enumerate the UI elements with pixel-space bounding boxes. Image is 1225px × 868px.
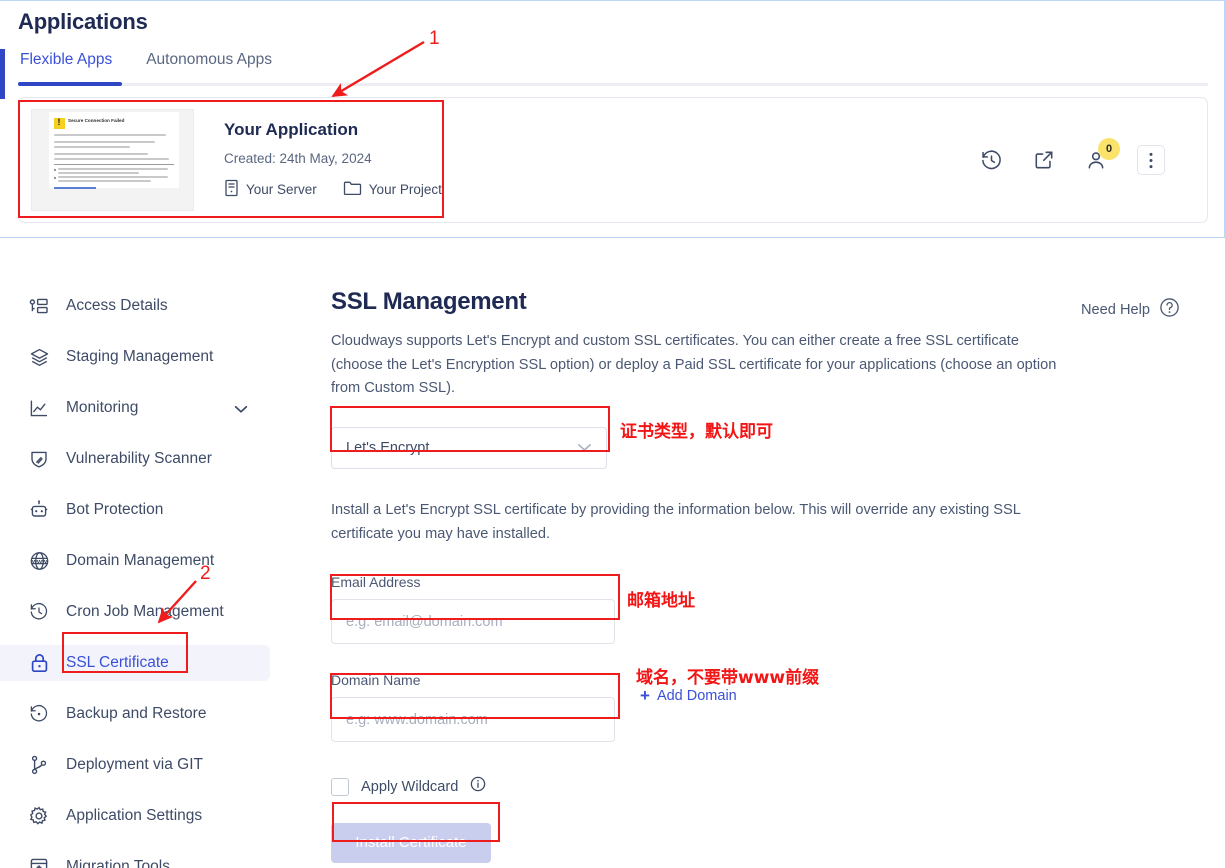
need-help-link[interactable]: Need Help [1081,297,1180,322]
ssl-management-page: Applications Flexible Apps Autonomous Ap… [0,0,1225,868]
key-list-icon [28,297,50,316]
certificate-type-select[interactable]: Let's Encrypt [331,426,607,469]
sidebar-item-monitoring[interactable]: Monitoring [0,390,270,426]
user-icon[interactable]: 0 [1085,138,1120,171]
question-circle-icon [1159,297,1180,322]
lock-icon [28,653,50,673]
sidebar-item-label: Staging Management [66,348,214,365]
certificate-type-value: Let's Encrypt [346,439,430,456]
shield-scan-icon [28,449,50,469]
sidebar-item-label: Migration Tools [66,858,170,868]
add-domain-label: Add Domain [656,687,737,704]
sidebar-item-label: Access Details [66,297,168,314]
install-certificate-button[interactable]: Install Certificate [331,823,491,864]
thumbnail-link [54,187,96,189]
apply-wildcard-checkbox[interactable] [331,777,349,796]
sidebar-item-access-details[interactable]: Access Details [0,288,270,324]
tab-active-underline [18,82,122,86]
sidebar-item-cron-job-management[interactable]: Cron Job Management [0,594,270,630]
application-server[interactable]: Your Server [224,179,317,200]
server-label: Your Server [246,182,317,197]
annotation-number-2: 2 [200,563,211,584]
migration-upload-icon [28,857,50,868]
sidebar-item-ssl-certificate[interactable]: SSL Certificate [0,645,270,681]
applications-panel: Applications Flexible Apps Autonomous Ap… [0,0,1225,238]
tab-autonomous-apps[interactable]: Autonomous Apps [144,51,274,80]
svg-text:www: www [31,559,47,566]
application-actions: 0 [980,138,1165,175]
sidebar-item-label: SSL Certificate [66,654,169,671]
add-domain-link[interactable]: + Add Domain [640,687,737,704]
page-title: Applications [18,9,148,34]
annotation-number-1: 1 [429,28,440,49]
folder-icon [343,180,362,199]
sidebar-item-label: Bot Protection [66,501,164,518]
sidebar-item-backup-and-restore[interactable]: Backup and Restore [0,696,270,732]
clock-rotate-icon [28,602,50,622]
layers-icon [28,347,50,367]
sidebar-item-label: Domain Management [66,552,215,569]
plus-icon: + [640,686,650,705]
sidebar-item-migration-tools[interactable]: Migration Tools [0,849,270,868]
restore-icon [28,704,50,724]
apply-wildcard-label: Apply Wildcard [361,778,459,795]
annotation-note-cert-type: 证书类型，默认即可 [620,422,773,442]
sidebar-nav: Access Details Staging Management Monito… [0,288,270,868]
robot-icon [28,500,50,520]
sidebar-item-label: Cron Job Management [66,603,224,620]
sidebar-item-staging-management[interactable]: Staging Management [0,339,270,375]
install-instructions: Install a Let's Encrypt SSL certificate … [331,501,1021,542]
tab-flexible-apps[interactable]: Flexible Apps [18,51,114,80]
chevron-down-icon [577,440,592,456]
section-description: Cloudways supports Let's Encrypt and cus… [331,333,1057,397]
sidebar-item-bot-protection[interactable]: Bot Protection [0,492,270,528]
www-globe-icon: www [28,551,50,571]
application-thumbnail: Secure Connection Failed [31,109,194,211]
section-title: SSL Management [331,288,527,315]
sidebar-item-vulnerability-scanner[interactable]: Vulnerability Scanner [0,441,270,477]
annotation-note-domain: 域名，不要带www前缀 [636,668,820,688]
chevron-down-icon[interactable] [234,401,248,419]
info-circle-icon[interactable] [470,776,486,797]
application-info: Your Application Created: 24th May, 2024 [224,120,980,200]
main-content: SSL Management Cloudways supports Let's … [331,288,1091,864]
gear-icon [28,806,50,826]
tab-underline-track [18,83,1208,86]
certificate-type-select-wrap: Let's Encrypt [331,426,607,469]
application-project[interactable]: Your Project [343,180,442,199]
server-icon [224,179,239,200]
project-label: Your Project [368,182,442,197]
annotation-note-email: 邮箱地址 [627,591,695,611]
app-type-tabs: Flexible Apps Autonomous Apps [18,51,274,80]
application-card[interactable]: Secure Connection Failed [18,97,1208,223]
thumbnail-heading: Secure Connection Failed [68,118,125,123]
sidebar-item-label: Application Settings [66,807,203,824]
sidebar-item-deployment-via-git[interactable]: Deployment via GIT [0,747,270,783]
apply-wildcard-row: Apply Wildcard [331,776,1091,797]
email-field-label: Email Address [331,574,421,591]
sidebar-item-label: Vulnerability Scanner [66,450,212,467]
chart-line-icon [28,399,50,418]
user-count-badge: 0 [1098,138,1120,160]
need-help-label: Need Help [1081,301,1150,318]
email-input[interactable] [331,599,615,645]
left-accent-strip [0,49,5,99]
sidebar-item-domain-management[interactable]: www Domain Management [0,543,270,579]
history-icon[interactable] [980,149,1003,172]
sidebar-item-label: Deployment via GIT [66,756,203,773]
application-name: Your Application [224,120,359,139]
sidebar-item-label: Backup and Restore [66,705,207,722]
domain-input[interactable] [331,697,615,743]
external-link-icon[interactable] [1033,149,1055,171]
sidebar-item-application-settings[interactable]: Application Settings [0,798,270,834]
warning-icon [54,117,65,129]
git-branch-icon [28,755,50,775]
three-dot-menu-icon[interactable] [1137,145,1165,175]
application-created-date: Created: 24th May, 2024 [224,151,372,166]
sidebar-item-label: Monitoring [66,399,139,416]
